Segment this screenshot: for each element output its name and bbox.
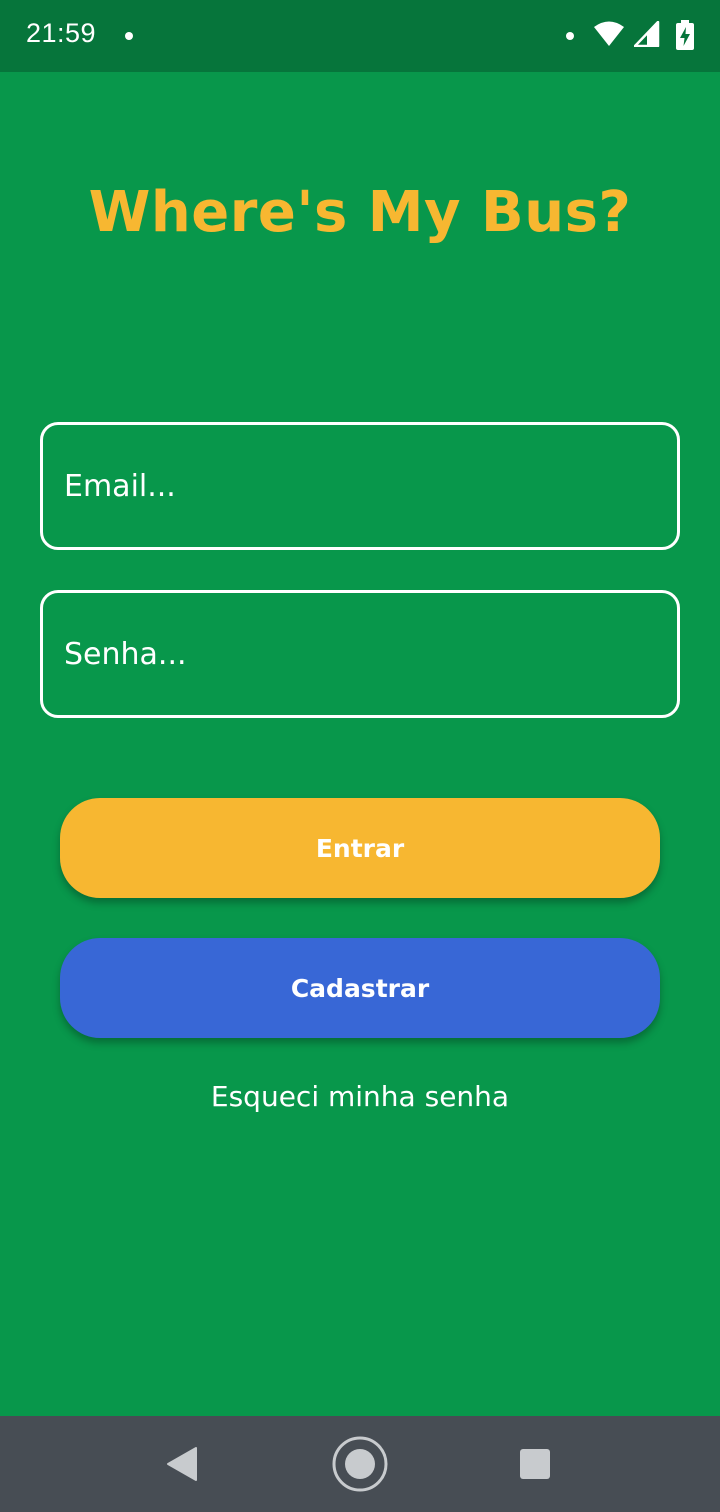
login-screen: 21:59 Where's My Bus? Email... Entrar Ca… xyxy=(0,0,720,1512)
forgot-password-link[interactable]: Esqueci minha senha xyxy=(0,1080,720,1113)
register-button[interactable]: Cadastrar xyxy=(60,938,660,1038)
navigation-bar xyxy=(0,1416,720,1512)
email-field-container[interactable] xyxy=(40,422,680,550)
status-dot-icon xyxy=(566,32,574,40)
login-button[interactable]: Entrar xyxy=(60,798,660,898)
home-icon[interactable] xyxy=(331,1435,389,1497)
back-icon[interactable] xyxy=(166,1446,198,1486)
signal-icon xyxy=(633,20,660,51)
app-title: Where's My Bus? xyxy=(88,180,632,245)
password-field[interactable] xyxy=(64,636,644,672)
notification-dot-icon xyxy=(125,32,133,40)
status-bar: 21:59 xyxy=(0,0,720,72)
password-field-container[interactable] xyxy=(40,590,680,718)
register-button-label: Cadastrar xyxy=(290,973,430,1003)
login-button-label: Entrar xyxy=(315,833,405,863)
battery-charging-icon xyxy=(676,20,694,54)
email-field[interactable] xyxy=(64,468,644,504)
wifi-icon xyxy=(593,20,625,52)
recents-icon[interactable] xyxy=(519,1448,551,1484)
status-time: 21:59 xyxy=(26,18,97,48)
